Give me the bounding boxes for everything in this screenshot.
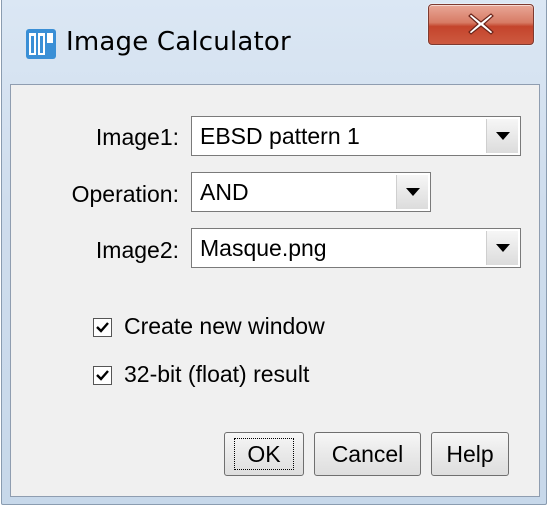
image1-label: Image1:	[95, 124, 179, 150]
cancel-button-label: Cancel	[331, 440, 404, 467]
image1-value: EBSD pattern 1	[200, 123, 360, 149]
image1-select[interactable]: EBSD pattern 1	[191, 116, 521, 156]
title-bar[interactable]: Image Calculator	[2, 0, 546, 84]
cancel-button[interactable]: Cancel	[314, 432, 421, 476]
image1-dropdown-arrow[interactable]	[486, 119, 518, 153]
create-new-window-checkbox[interactable]	[93, 318, 112, 337]
ok-button-label: OK	[234, 438, 294, 470]
checkmark-icon	[96, 370, 109, 381]
operation-select[interactable]: AND	[191, 172, 431, 212]
checkmark-icon	[96, 322, 109, 333]
float-result-checkbox[interactable]	[93, 366, 112, 385]
close-icon	[468, 13, 494, 35]
image2-dropdown-arrow[interactable]	[486, 231, 518, 265]
image2-value: Masque.png	[200, 235, 327, 261]
imagej-icon	[26, 29, 56, 59]
chevron-down-icon	[496, 244, 510, 252]
chevron-down-icon	[496, 132, 510, 140]
create-new-window-label: Create new window	[124, 313, 325, 339]
dialog-body: Image1: EBSD pattern 1 Operation: AND Im…	[10, 84, 540, 497]
window-title: Image Calculator	[66, 27, 291, 57]
close-button[interactable]	[428, 4, 534, 45]
dialog-window: Image Calculator Image1: EBSD pattern 1 …	[1, 0, 547, 505]
operation-dropdown-arrow[interactable]	[396, 175, 428, 209]
image2-label: Image2:	[95, 237, 179, 263]
chevron-down-icon	[406, 188, 420, 196]
image2-select[interactable]: Masque.png	[191, 228, 521, 268]
operation-label: Operation:	[71, 181, 179, 207]
help-button[interactable]: Help	[431, 432, 509, 476]
float-result-label: 32-bit (float) result	[124, 361, 310, 387]
ok-button[interactable]: OK	[224, 432, 304, 476]
help-button-label: Help	[446, 440, 494, 467]
operation-value: AND	[200, 179, 249, 205]
